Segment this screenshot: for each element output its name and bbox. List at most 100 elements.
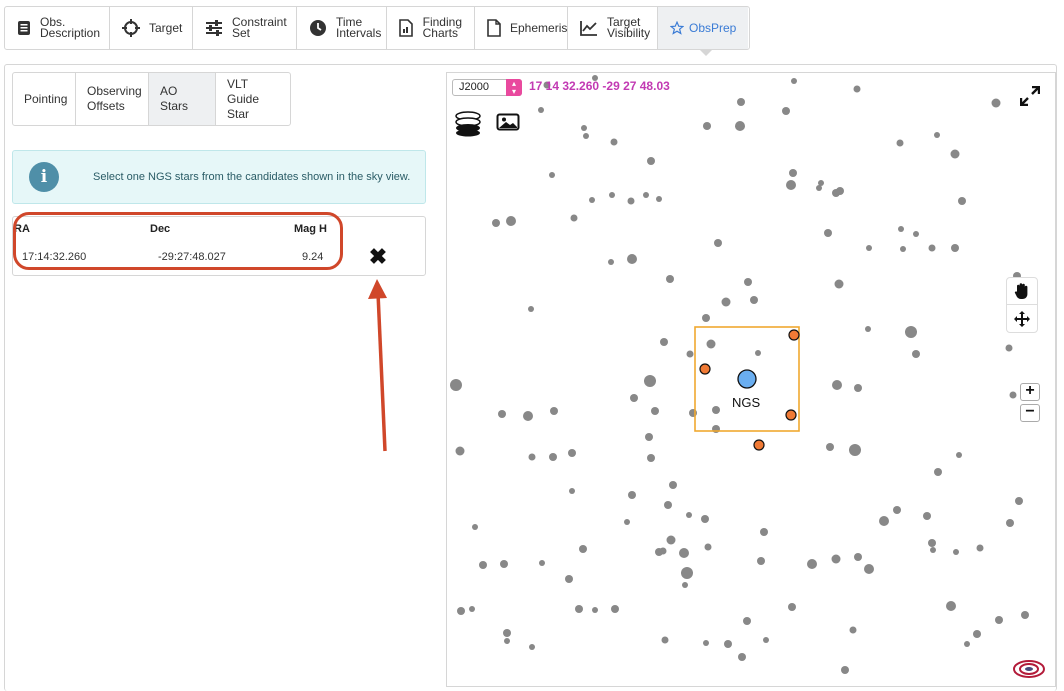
- frame-select[interactable]: J2000 ▴ ▾: [452, 79, 522, 96]
- field-star: [549, 172, 555, 178]
- field-star: [898, 226, 904, 232]
- subtab-observing-offsets[interactable]: Observing Offsets: [76, 73, 149, 125]
- field-star: [865, 326, 871, 332]
- field-star: [714, 239, 722, 247]
- tab-label: Target: [149, 20, 183, 35]
- field-star: [824, 229, 832, 237]
- ngs-candidate-star[interactable]: [785, 409, 797, 421]
- field-star: [503, 629, 511, 637]
- field-star: [934, 468, 942, 476]
- field-star: [589, 197, 595, 203]
- field-star: [504, 638, 510, 644]
- tab-finding-charts[interactable]: Finding Charts: [387, 7, 475, 49]
- field-star: [703, 122, 711, 130]
- tab-ephemeris[interactable]: Ephemeris: [475, 7, 568, 49]
- top-tab-bar: Obs. Description Target Constraint Set T…: [4, 6, 750, 50]
- field-star: [679, 548, 689, 558]
- field-star: [744, 278, 752, 286]
- field-star: [788, 603, 796, 611]
- ngs-candidate-star[interactable]: [699, 363, 711, 375]
- tab-constraint-set[interactable]: Constraint Set: [193, 7, 297, 49]
- field-star: [786, 180, 796, 190]
- field-star: [995, 616, 1003, 624]
- subtab-ao-stars[interactable]: AO Stars: [149, 73, 216, 125]
- field-star: [686, 350, 694, 358]
- field-star: [609, 192, 615, 198]
- field-star: [660, 338, 668, 346]
- field-star: [913, 231, 919, 237]
- tab-obsprep[interactable]: ObsPrep: [658, 7, 748, 49]
- clock-icon: [309, 19, 327, 37]
- field-star: [951, 244, 959, 252]
- field-star: [826, 443, 834, 451]
- field-star: [704, 543, 712, 551]
- field-star: [624, 519, 630, 525]
- alert-message: Select one NGS stars from the candidates…: [93, 171, 411, 183]
- field-star: [896, 139, 904, 147]
- tab-time-intervals[interactable]: Time Intervals: [297, 7, 387, 49]
- tab-target[interactable]: Target: [110, 7, 193, 49]
- field-star: [568, 449, 576, 457]
- field-star: [816, 185, 822, 191]
- sky-view[interactable]: J2000 ▴ ▾ 17 14 32.260 -29 27 48.03 + − N…: [446, 72, 1056, 687]
- layers-icon[interactable]: [453, 111, 483, 137]
- field-star: [579, 545, 587, 553]
- field-star: [455, 446, 465, 456]
- field-star: [724, 640, 732, 648]
- tab-label: Time Intervals: [336, 15, 382, 40]
- field-star: [644, 375, 656, 387]
- field-star: [702, 314, 710, 322]
- image-icon[interactable]: [495, 111, 521, 133]
- field-star: [956, 452, 962, 458]
- field-star: [721, 297, 731, 307]
- frame-value: J2000: [459, 81, 489, 93]
- field-star: [643, 192, 649, 198]
- field-star: [472, 524, 478, 530]
- field-star: [807, 559, 817, 569]
- field-star: [738, 653, 746, 661]
- field-star: [1021, 611, 1029, 619]
- tab-target-visibility[interactable]: Target Visibility: [568, 7, 658, 49]
- field-star: [627, 197, 635, 205]
- tab-obs-description[interactable]: Obs. Description: [5, 7, 110, 49]
- field-star: [789, 169, 797, 177]
- field-star: [923, 512, 931, 520]
- pan-hand-icon[interactable]: [1007, 278, 1037, 305]
- field-star: [900, 246, 906, 252]
- subtab-pointing[interactable]: Pointing: [13, 73, 76, 125]
- field-star: [958, 197, 966, 205]
- field-star: [656, 196, 662, 202]
- field-star: [853, 85, 861, 93]
- tab-label: Obs. Description: [40, 15, 101, 40]
- field-star: [991, 98, 1001, 108]
- star-field: [450, 75, 1029, 674]
- field-star: [492, 219, 500, 227]
- field-star: [592, 607, 598, 613]
- ao-sub-tabs: Pointing Observing Offsets AO Stars VLT …: [12, 72, 291, 126]
- tab-label: ObsPrep: [689, 20, 737, 35]
- crosshair-icon: [122, 19, 140, 37]
- zoom-out-button[interactable]: −: [1020, 404, 1040, 422]
- zoom-in-button[interactable]: +: [1020, 383, 1040, 401]
- subtab-vlt-guide-star[interactable]: VLT Guide Star: [216, 73, 290, 125]
- file-icon: [487, 19, 501, 37]
- annotation-highlight: [13, 212, 343, 270]
- field-star: [854, 384, 862, 392]
- field-star: [849, 626, 857, 634]
- field-star: [791, 78, 797, 84]
- cursor-coordinates: 17 14 32.260 -29 27 48.03: [529, 79, 670, 93]
- field-star: [849, 444, 861, 456]
- ngs-star-marker: [737, 369, 757, 389]
- ngs-candidate-star[interactable]: [753, 439, 765, 451]
- ngs-candidate-star[interactable]: [788, 329, 800, 341]
- field-star: [575, 605, 583, 613]
- fullscreen-icon[interactable]: [1019, 85, 1041, 107]
- document-icon: [17, 19, 31, 37]
- obsprep-panel: Pointing Observing Offsets AO Stars VLT …: [4, 64, 1057, 691]
- field-star: [912, 350, 920, 358]
- info-icon: i: [29, 162, 59, 192]
- field-star: [706, 339, 716, 349]
- remove-star-button[interactable]: ✖: [368, 246, 388, 268]
- move-arrows-icon[interactable]: [1007, 305, 1037, 332]
- field-star: [973, 630, 981, 638]
